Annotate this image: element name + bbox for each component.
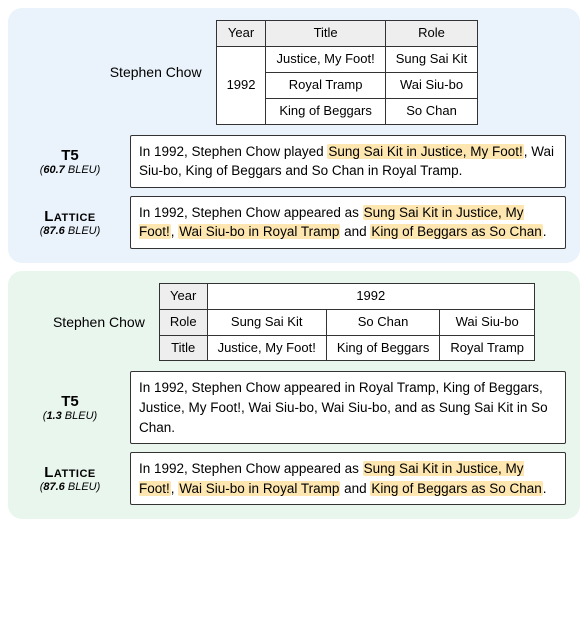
table-row: Title Justice, My Foot! King of Beggars …	[159, 335, 534, 361]
col-role-header: Role	[385, 21, 478, 47]
cell-year: 1992	[216, 46, 266, 124]
table-row: Year 1992	[159, 283, 534, 309]
lattice-output-box: In 1992, Stephen Chow appeared as Sung S…	[130, 452, 566, 505]
bleu-unit: BLEU	[65, 410, 94, 422]
panel-top: Stephen Chow Year Title Role 1992 Justic…	[8, 8, 580, 263]
highlight: Sung Sai Kit in Justice, My Foot!	[327, 144, 523, 159]
cell-role: Sung Sai Kit	[385, 46, 478, 72]
top-lattice-row: Lattice (87.6 BLEU) In 1992, Stephen Cho…	[22, 196, 566, 249]
lattice-bleu: (87.6 BLEU)	[22, 481, 118, 493]
top-caption-text: Stephen Chow	[110, 64, 202, 80]
lattice-label: Lattice (87.6 BLEU)	[22, 208, 118, 237]
cell-role: So Chan	[385, 98, 478, 124]
top-t5-row: T5 (60.7 BLEU) In 1992, Stephen Chow pla…	[22, 135, 566, 188]
col-year-header: Year	[216, 21, 266, 47]
lattice-mid2: and	[340, 224, 370, 239]
t5-bleu-val: 60.7	[43, 164, 64, 176]
lattice-bleu-val: 87.6	[43, 481, 64, 493]
bleu-unit: BLEU	[68, 164, 97, 176]
panel-bottom: Stephen Chow Year 1992 Role Sung Sai Kit…	[8, 271, 580, 519]
t5-bleu-val: 1.3	[46, 410, 61, 422]
bottom-caption: Stephen Chow	[53, 313, 145, 331]
t5-bleu: (60.7 BLEU)	[22, 164, 118, 176]
highlight: Wai Siu-bo in Royal Tramp	[178, 224, 340, 239]
lattice-bleu: (87.6 BLEU)	[22, 225, 118, 237]
lattice-name: Lattice	[22, 464, 118, 481]
highlight: King of Beggars as So Chan	[370, 481, 542, 496]
bottom-table-wrap: Stephen Chow Year 1992 Role Sung Sai Kit…	[22, 283, 566, 362]
cell-title: Justice, My Foot!	[266, 46, 385, 72]
highlight: Wai Siu-bo in Royal Tramp	[178, 481, 340, 496]
lattice-output-box: In 1992, Stephen Chow appeared as Sung S…	[130, 196, 566, 249]
t5-output-box: In 1992, Stephen Chow played Sung Sai Ki…	[130, 135, 566, 188]
cell-title: Royal Tramp	[266, 72, 385, 98]
bottom-caption-text: Stephen Chow	[53, 314, 145, 330]
bleu-unit: BLEU	[68, 481, 97, 493]
lattice-pre: In 1992, Stephen Chow appeared as	[139, 461, 363, 476]
lattice-label: Lattice (87.6 BLEU)	[22, 464, 118, 493]
lattice-bleu-val: 87.6	[43, 225, 64, 237]
t5-name: T5	[22, 147, 118, 164]
table-row: Role Sung Sai Kit So Chan Wai Siu-bo	[159, 309, 534, 335]
cell-role-label: Role	[159, 309, 207, 335]
lattice-name: Lattice	[22, 208, 118, 225]
cell-role: Wai Siu-bo	[385, 72, 478, 98]
bottom-table: Year 1992 Role Sung Sai Kit So Chan Wai …	[159, 283, 535, 362]
top-table: Year Title Role 1992 Justice, My Foot! S…	[216, 20, 479, 125]
t5-label: T5 (60.7 BLEU)	[22, 147, 118, 176]
cell-year-value: 1992	[207, 283, 534, 309]
cell-title-label: Title	[159, 335, 207, 361]
lattice-post: .	[543, 481, 547, 496]
t5-output-box: In 1992, Stephen Chow appeared in Royal …	[130, 371, 566, 444]
cell-year-label: Year	[159, 283, 207, 309]
t5-pre: In 1992, Stephen Chow played	[139, 144, 327, 159]
cell-role: Sung Sai Kit	[207, 309, 326, 335]
top-caption: Stephen Chow	[110, 63, 202, 81]
t5-name: T5	[22, 393, 118, 410]
highlight: King of Beggars as So Chan	[370, 224, 542, 239]
bottom-t5-row: T5 (1.3 BLEU) In 1992, Stephen Chow appe…	[22, 371, 566, 444]
lattice-post: .	[543, 224, 547, 239]
top-table-wrap: Stephen Chow Year Title Role 1992 Justic…	[22, 20, 566, 125]
cell-title: Justice, My Foot!	[207, 335, 326, 361]
cell-role: Wai Siu-bo	[440, 309, 535, 335]
lattice-mid2: and	[340, 481, 370, 496]
t5-bleu: (1.3 BLEU)	[22, 410, 118, 422]
lattice-pre: In 1992, Stephen Chow appeared as	[139, 205, 363, 220]
col-title-header: Title	[266, 21, 385, 47]
cell-title: Royal Tramp	[440, 335, 535, 361]
table-row: 1992 Justice, My Foot! Sung Sai Kit	[216, 46, 478, 72]
table-row: Year Title Role	[216, 21, 478, 47]
cell-title: King of Beggars	[266, 98, 385, 124]
t5-text: In 1992, Stephen Chow appeared in Royal …	[139, 380, 548, 434]
bottom-lattice-row: Lattice (87.6 BLEU) In 1992, Stephen Cho…	[22, 452, 566, 505]
t5-label: T5 (1.3 BLEU)	[22, 393, 118, 422]
cell-role: So Chan	[326, 309, 440, 335]
bleu-unit: BLEU	[68, 225, 97, 237]
cell-title: King of Beggars	[326, 335, 440, 361]
